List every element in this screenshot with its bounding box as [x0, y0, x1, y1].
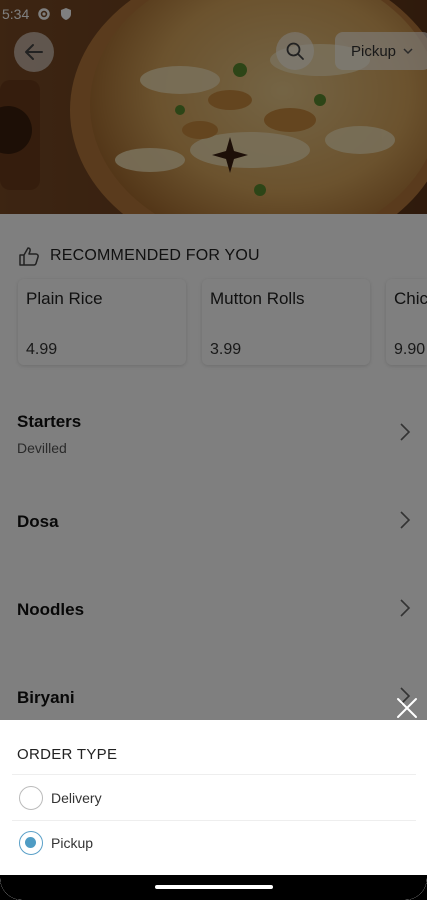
divider — [12, 774, 416, 775]
radio-delivery[interactable] — [19, 786, 43, 810]
app-screen: 5:34 Pickup RECOMMENDED FOR YOU — [0, 0, 427, 900]
sheet-title: ORDER TYPE — [17, 746, 118, 763]
option-label: Delivery — [51, 790, 102, 806]
radio-pickup-selected[interactable] — [19, 831, 43, 855]
home-gesture-handle[interactable] — [155, 885, 273, 889]
option-pickup[interactable]: Pickup — [0, 821, 427, 865]
option-delivery[interactable]: Delivery — [0, 776, 427, 820]
modal-backdrop[interactable] — [0, 0, 427, 720]
system-nav-bar — [0, 875, 427, 900]
order-type-sheet: ORDER TYPE Delivery Pickup — [0, 720, 427, 900]
option-label: Pickup — [51, 835, 94, 851]
close-icon[interactable] — [395, 696, 419, 720]
